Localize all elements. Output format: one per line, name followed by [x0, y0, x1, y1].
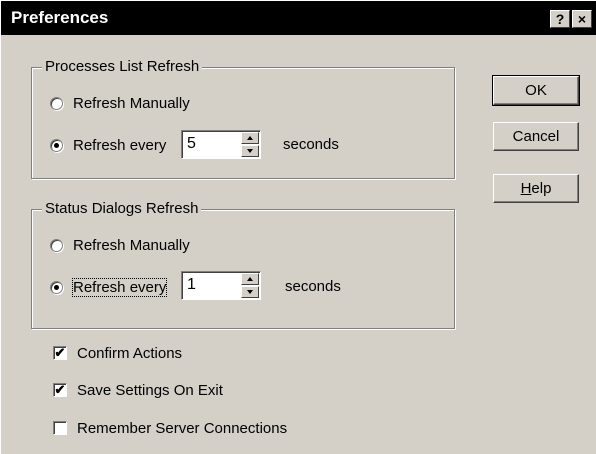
- arrow-up-icon: [247, 136, 253, 140]
- processes-interval-spinner: [241, 132, 259, 157]
- processes-refresh-manually-radio[interactable]: Refresh Manually: [50, 93, 190, 113]
- help-icon[interactable]: ?: [550, 10, 570, 28]
- remember-connections-checkbox[interactable]: Remember Server Connections: [53, 418, 287, 438]
- status-interval-spinbox[interactable]: 1: [181, 271, 261, 300]
- status-refresh-group: Status Dialogs Refresh: [31, 200, 455, 329]
- status-interval-spinner: [241, 273, 259, 298]
- processes-refresh-every-radio[interactable]: Refresh every: [50, 135, 166, 155]
- close-icon[interactable]: ×: [572, 10, 592, 28]
- help-button-mnemonic: H: [520, 180, 532, 197]
- checkbox-unchecked-icon: [53, 421, 67, 435]
- status-interval-up-button[interactable]: [241, 273, 259, 285]
- processes-interval-down-button[interactable]: [241, 145, 259, 157]
- processes-interval-value: 5: [187, 135, 196, 152]
- checkbox-checked-icon: ✔: [53, 345, 67, 360]
- radio-unchecked-icon: [50, 96, 63, 110]
- status-interval-units: seconds: [285, 278, 341, 295]
- processes-refresh-legend: Processes List Refresh: [42, 58, 203, 76]
- ok-button[interactable]: OK: [492, 75, 580, 106]
- window-title: Preferences: [11, 8, 109, 27]
- processes-interval-up-button[interactable]: [241, 132, 259, 144]
- radio-checked-icon: [50, 138, 63, 152]
- confirm-actions-checkbox[interactable]: ✔ Confirm Actions: [53, 343, 182, 363]
- help-button[interactable]: Help: [493, 174, 579, 203]
- confirm-actions-label: Confirm Actions: [77, 344, 183, 362]
- help-button-label: elp: [531, 180, 552, 197]
- checkbox-checked-icon: ✔: [53, 382, 67, 397]
- arrow-up-icon: [247, 277, 253, 281]
- status-interval-down-button[interactable]: [241, 286, 259, 298]
- processes-refresh-every-label: Refresh every: [73, 136, 167, 154]
- processes-refresh-manually-label: Refresh Manually: [73, 94, 190, 112]
- arrow-down-icon: [247, 149, 253, 153]
- processes-refresh-group: Processes List Refresh: [31, 58, 455, 179]
- save-settings-label: Save Settings On Exit: [77, 381, 223, 399]
- status-interval-value: 1: [187, 276, 196, 293]
- cancel-button[interactable]: Cancel: [493, 122, 579, 151]
- arrow-down-icon: [247, 290, 253, 294]
- processes-interval-spinbox[interactable]: 5: [181, 130, 261, 159]
- remember-connections-label: Remember Server Connections: [77, 419, 288, 437]
- status-refresh-manually-label: Refresh Manually: [73, 236, 190, 254]
- status-refresh-manually-radio[interactable]: Refresh Manually: [50, 235, 190, 255]
- radio-checked-icon: [50, 280, 63, 294]
- save-settings-checkbox[interactable]: ✔ Save Settings On Exit: [53, 380, 223, 400]
- title-bar[interactable]: Preferences ? ×: [1, 1, 596, 35]
- status-refresh-every-label: Refresh every: [71, 277, 168, 297]
- radio-unchecked-icon: [50, 238, 63, 252]
- status-refresh-legend: Status Dialogs Refresh: [42, 200, 202, 218]
- status-refresh-every-radio[interactable]: Refresh every: [50, 277, 168, 297]
- processes-interval-units: seconds: [283, 136, 339, 153]
- preferences-dialog: Preferences ? × Processes List Refresh R…: [0, 0, 596, 454]
